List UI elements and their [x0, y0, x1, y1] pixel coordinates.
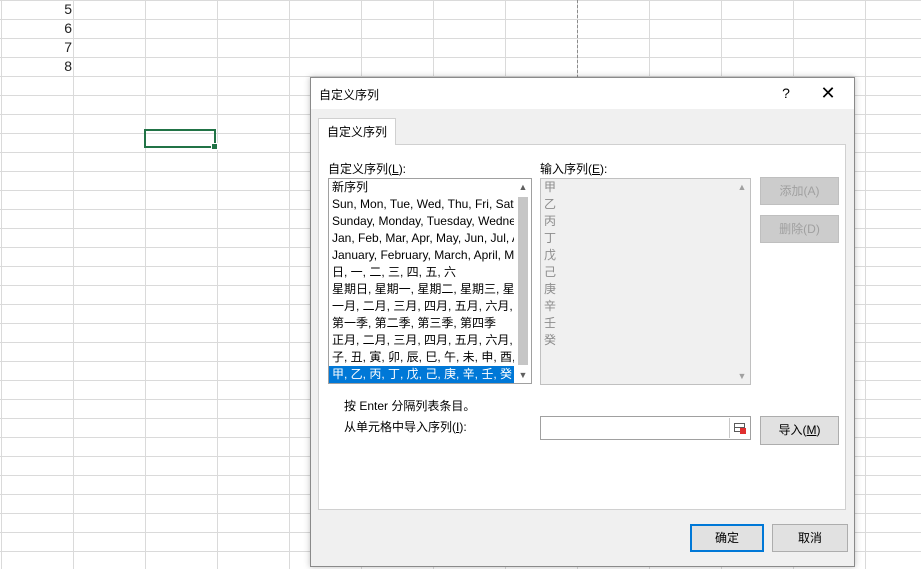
- list-entry: 己: [544, 265, 557, 279]
- list-entry: 丁: [544, 231, 557, 245]
- list-item[interactable]: 新序列: [329, 179, 514, 196]
- custom-lists-listbox[interactable]: 新序列 Sun, Mon, Tue, Wed, Thu, Fri, Sat Sund…: [328, 178, 532, 384]
- import-button[interactable]: 导入(M): [760, 416, 839, 445]
- import-range-input[interactable]: [540, 416, 751, 440]
- chevron-down-icon[interactable]: ▼: [515, 367, 531, 383]
- enter-separator-hint: 按 Enter 分隔列表条目。: [344, 399, 476, 413]
- active-cell[interactable]: [144, 129, 218, 150]
- list-entry: 乙: [544, 197, 557, 211]
- custom-lists-items: 新序列 Sun, Mon, Tue, Wed, Thu, Fri, Sat Sund…: [329, 179, 514, 383]
- list-entries-items: 甲乙丙丁戊己庚辛壬癸: [541, 179, 733, 349]
- delete-button[interactable]: 删除(D): [760, 215, 839, 243]
- list-entry: 辛: [544, 299, 557, 313]
- list-entry: 甲: [544, 180, 557, 194]
- arrow-glyph: [740, 428, 746, 434]
- chevron-down-icon[interactable]: ▼: [734, 368, 750, 384]
- row-header-7[interactable]: 7: [40, 38, 72, 57]
- list-entry: 壬: [544, 316, 557, 330]
- list-entry: 丙: [544, 214, 557, 228]
- custom-lists-dialog: 自定义序列 ? ✕ 自定义序列 自定义序列(L): 新序列 Sun, Mon, T…: [310, 77, 855, 567]
- list-entry: 戊: [544, 248, 557, 262]
- help-button[interactable]: ?: [776, 82, 796, 104]
- close-icon: ✕: [820, 83, 836, 103]
- tab-panel: 自定义序列(L): 新序列 Sun, Mon, Tue, Wed, Thu, Fr…: [318, 144, 846, 510]
- page-break-line: [577, 0, 578, 78]
- tab-custom-lists[interactable]: 自定义序列: [318, 118, 396, 145]
- list-entries-scrollbar[interactable]: ▲ ▼: [734, 179, 750, 384]
- list-entries-label: 输入序列(E):: [540, 162, 608, 176]
- list-item[interactable]: Sun, Mon, Tue, Wed, Thu, Fri, Sat: [329, 196, 514, 213]
- close-button[interactable]: ✕: [816, 82, 840, 104]
- cancel-button[interactable]: 取消: [772, 524, 848, 552]
- list-item[interactable]: 正月, 二月, 三月, 四月, 五月, 六月, 七月, 八月, 九月, 十月, …: [329, 332, 514, 349]
- list-item[interactable]: Sunday, Monday, Tuesday, Wednesday, Thur…: [329, 213, 514, 230]
- add-button[interactable]: 添加(A): [760, 177, 839, 205]
- list-entry: 癸: [544, 333, 557, 347]
- list-item[interactable]: January, February, March, April, May, Ju…: [329, 247, 514, 264]
- list-item[interactable]: 子, 丑, 寅, 卯, 辰, 巳, 午, 未, 申, 酉, 戌, 亥: [329, 349, 514, 366]
- custom-lists-label: 自定义序列(L):: [328, 162, 407, 176]
- list-entries-textbox[interactable]: 甲乙丙丁戊己庚辛壬癸 ▲ ▼: [540, 178, 751, 385]
- chevron-up-icon[interactable]: ▲: [515, 179, 531, 195]
- collapse-dialog-icon[interactable]: [729, 418, 749, 438]
- custom-lists-scrollbar[interactable]: ▲ ▼: [515, 179, 531, 383]
- scroll-thumb[interactable]: [518, 197, 528, 365]
- row-header-5[interactable]: 5: [40, 0, 72, 19]
- row-header-6[interactable]: 6: [40, 19, 72, 38]
- list-item[interactable]: 星期日, 星期一, 星期二, 星期三, 星期四, 星期五, 星期六: [329, 281, 514, 298]
- list-item[interactable]: 日, 一, 二, 三, 四, 五, 六: [329, 264, 514, 281]
- list-item[interactable]: 甲, 乙, 丙, 丁, 戊, 己, 庚, 辛, 壬, 癸: [329, 366, 514, 383]
- chevron-up-icon[interactable]: ▲: [734, 179, 750, 195]
- fill-handle[interactable]: [211, 143, 218, 150]
- dialog-titlebar[interactable]: 自定义序列 ? ✕: [311, 78, 854, 109]
- ok-button[interactable]: 确定: [690, 524, 764, 552]
- dialog-title: 自定义序列: [319, 88, 380, 102]
- list-item[interactable]: 第一季, 第二季, 第三季, 第四季: [329, 315, 514, 332]
- list-entry: 庚: [544, 282, 557, 296]
- import-range-label: 从单元格中导入序列(I):: [344, 420, 467, 434]
- list-item[interactable]: 一月, 二月, 三月, 四月, 五月, 六月, 七月, 八月, 九月, 十月, …: [329, 298, 514, 315]
- list-item[interactable]: Jan, Feb, Mar, Apr, May, Jun, Jul, Aug, …: [329, 230, 514, 247]
- row-header-8[interactable]: 8: [40, 57, 72, 76]
